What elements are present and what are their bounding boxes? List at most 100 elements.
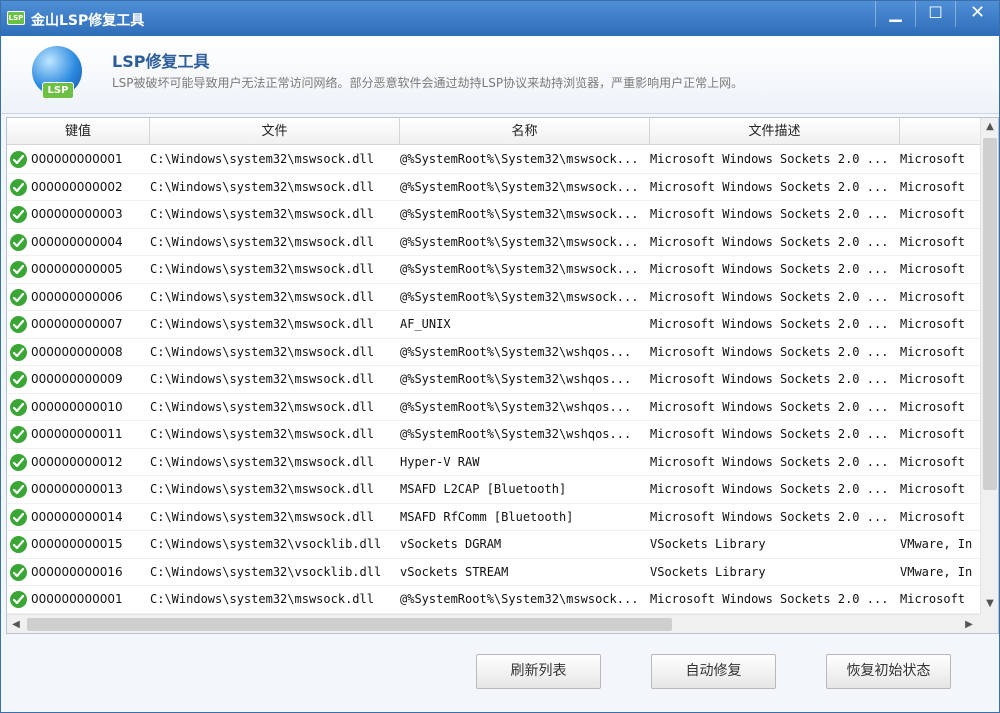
header-banner: LSP LSP修复工具 LSP被破坏可能导致用户无法正常访问网络。部分恶意软件会… <box>2 36 999 114</box>
main-window: LSP 金山LSP修复工具 ▁ ☐ ✕ LSP LSP修复工具 LSP被破坏可能… <box>0 0 1000 713</box>
name-cell: @%SystemRoot%\System32\mswsock... <box>400 207 639 221</box>
company-cell: Microsoft <box>900 427 966 441</box>
table-row[interactable]: 000000000014 C:\Windows\system32\mswsock.… <box>7 504 980 531</box>
auto-fix-button[interactable]: 自动修复 <box>651 654 776 689</box>
column-header-company[interactable] <box>900 118 980 145</box>
key-cell: 000000000002 <box>31 179 123 194</box>
scroll-corner <box>980 614 998 633</box>
column-header-file[interactable]: 文件 <box>150 118 400 145</box>
check-icon <box>10 288 27 306</box>
check-icon <box>10 536 27 553</box>
key-cell: 000000000005 <box>31 262 123 276</box>
check-icon <box>10 481 27 498</box>
check-icon <box>10 371 27 388</box>
description-cell: Microsoft Windows Sockets 2.0 ... <box>650 289 889 304</box>
maximize-button[interactable]: ☐ <box>915 1 955 27</box>
name-cell: MSAFD L2CAP [Bluetooth] <box>400 482 567 496</box>
column-header-description[interactable]: 文件描述 <box>650 118 900 145</box>
check-icon <box>10 591 27 608</box>
file-cell: C:\Windows\system32\mswsock.dll <box>150 482 374 496</box>
vertical-scroll-thumb[interactable] <box>983 138 997 490</box>
check-icon <box>10 178 27 196</box>
table-row[interactable]: 000000000002 C:\Windows\system32\mswsock.… <box>7 174 980 201</box>
description-cell: VSockets Library <box>650 537 766 551</box>
column-header-key[interactable]: 键值 <box>7 118 150 145</box>
key-cell: 000000000007 <box>31 317 123 331</box>
key-cell: 000000000011 <box>31 427 123 441</box>
company-cell: Microsoft <box>900 262 966 276</box>
check-icon <box>10 508 27 526</box>
app-icon: LSP <box>7 11 25 25</box>
description-cell: Microsoft Windows Sockets 2.0 ... <box>650 399 889 414</box>
lsp-badge: LSP <box>42 82 74 99</box>
vertical-scrollbar[interactable]: ▲ ▼ <box>980 118 998 614</box>
table-row[interactable]: 000000000015 C:\Windows\system32\vsocklib… <box>7 531 980 559</box>
restore-default-button[interactable]: 恢复初始状态 <box>826 654 951 689</box>
check-icon <box>10 206 27 223</box>
name-cell: AF_UNIX <box>400 317 451 331</box>
check-icon <box>10 233 27 251</box>
column-header-name[interactable]: 名称 <box>400 118 650 145</box>
scroll-up-icon[interactable]: ▲ <box>981 118 999 136</box>
check-icon <box>10 453 27 471</box>
file-cell: C:\Windows\system32\mswsock.dll <box>150 152 374 166</box>
header-description: LSP被破坏可能导致用户无法正常访问网络。部分恶意软件会通过劫持LSP协议来劫持… <box>112 76 744 90</box>
file-cell: C:\Windows\system32\mswsock.dll <box>150 344 374 359</box>
description-cell: Microsoft Windows Sockets 2.0 ... <box>650 509 889 524</box>
file-cell: C:\Windows\system32\mswsock.dll <box>150 592 374 606</box>
file-cell: C:\Windows\system32\mswsock.dll <box>150 454 374 469</box>
minimize-button[interactable]: ▁ <box>875 1 915 27</box>
refresh-list-button[interactable]: 刷新列表 <box>476 654 601 689</box>
file-cell: C:\Windows\system32\mswsock.dll <box>150 289 374 304</box>
table-row[interactable]: 000000000013 C:\Windows\system32\mswsock.… <box>7 476 980 504</box>
table-row[interactable]: 000000000010 C:\Windows\system32\mswsock.… <box>7 394 980 421</box>
table-row[interactable]: 000000000011 C:\Windows\system32\mswsock.… <box>7 421 980 449</box>
scroll-left-icon[interactable]: ◀ <box>7 615 25 634</box>
lsp-list[interactable]: 键值 文件 名称 文件描述 000000000001 C:\Windows\sys… <box>6 117 999 634</box>
table-row[interactable]: 000000000005 C:\Windows\system32\mswsock.… <box>7 256 980 284</box>
company-cell: Microsoft <box>900 289 966 304</box>
table-row[interactable]: 000000000012 C:\Windows\system32\mswsock.… <box>7 449 980 476</box>
name-cell: @%SystemRoot%\System32\wshqos... <box>400 372 632 386</box>
table-row[interactable]: 000000000004 C:\Windows\system32\mswsock.… <box>7 229 980 256</box>
table-row[interactable]: 000000000007 C:\Windows\system32\mswsock.… <box>7 311 980 339</box>
table-row[interactable]: 000000000001 C:\Windows\system32\mswsock.… <box>7 146 980 174</box>
name-cell: vSockets DGRAM <box>400 537 502 551</box>
name-cell: @%SystemRoot%\System32\mswsock... <box>400 592 639 606</box>
check-icon <box>10 261 27 278</box>
check-icon <box>10 563 27 581</box>
company-cell: Microsoft <box>900 317 966 331</box>
key-cell: 000000000013 <box>31 482 123 496</box>
table-row[interactable]: 000000000009 C:\Windows\system32\mswsock.… <box>7 366 980 394</box>
description-cell: Microsoft Windows Sockets 2.0 ... <box>650 482 889 496</box>
key-cell: 000000000014 <box>31 509 123 524</box>
name-cell: @%SystemRoot%\System32\mswsock... <box>400 262 639 276</box>
description-cell: Microsoft Windows Sockets 2.0 ... <box>650 317 889 331</box>
key-cell: 000000000016 <box>31 564 123 579</box>
horizontal-scroll-thumb[interactable] <box>27 618 672 631</box>
description-cell: Microsoft Windows Sockets 2.0 ... <box>650 234 889 249</box>
key-cell: 000000000001 <box>31 592 123 606</box>
file-cell: C:\Windows\system32\mswsock.dll <box>150 262 374 276</box>
scroll-right-icon[interactable]: ▶ <box>960 615 978 634</box>
table-row[interactable]: 000000000003 C:\Windows\system32\mswsock.… <box>7 201 980 229</box>
table-row[interactable]: 000000000008 C:\Windows\system32\mswsock.… <box>7 339 980 366</box>
name-cell: MSAFD RfComm [Bluetooth] <box>400 509 574 524</box>
file-cell: C:\Windows\system32\mswsock.dll <box>150 372 374 386</box>
table-row[interactable]: 000000000016 C:\Windows\system32\vsocklib… <box>7 559 980 586</box>
header-title: LSP修复工具 <box>112 52 210 71</box>
close-button[interactable]: ✕ <box>955 1 999 27</box>
company-cell: Microsoft <box>900 482 966 496</box>
table-row[interactable]: 000000000006 C:\Windows\system32\mswsock.… <box>7 284 980 311</box>
horizontal-scrollbar[interactable]: ◀ ▶ <box>7 614 980 633</box>
scroll-down-icon[interactable]: ▼ <box>981 595 999 613</box>
list-header: 键值 文件 名称 文件描述 <box>7 118 980 145</box>
description-cell: Microsoft Windows Sockets 2.0 ... <box>650 344 889 359</box>
name-cell: @%SystemRoot%\System32\wshqos... <box>400 344 632 359</box>
company-cell: VMware, In <box>900 564 973 579</box>
file-cell: C:\Windows\system32\mswsock.dll <box>150 234 374 249</box>
title-bar[interactable]: LSP 金山LSP修复工具 ▁ ☐ ✕ <box>1 1 999 36</box>
file-cell: C:\Windows\system32\mswsock.dll <box>150 509 374 524</box>
table-row[interactable]: 000000000001 C:\Windows\system32\mswsock.… <box>7 586 980 614</box>
company-cell: Microsoft <box>900 207 966 221</box>
